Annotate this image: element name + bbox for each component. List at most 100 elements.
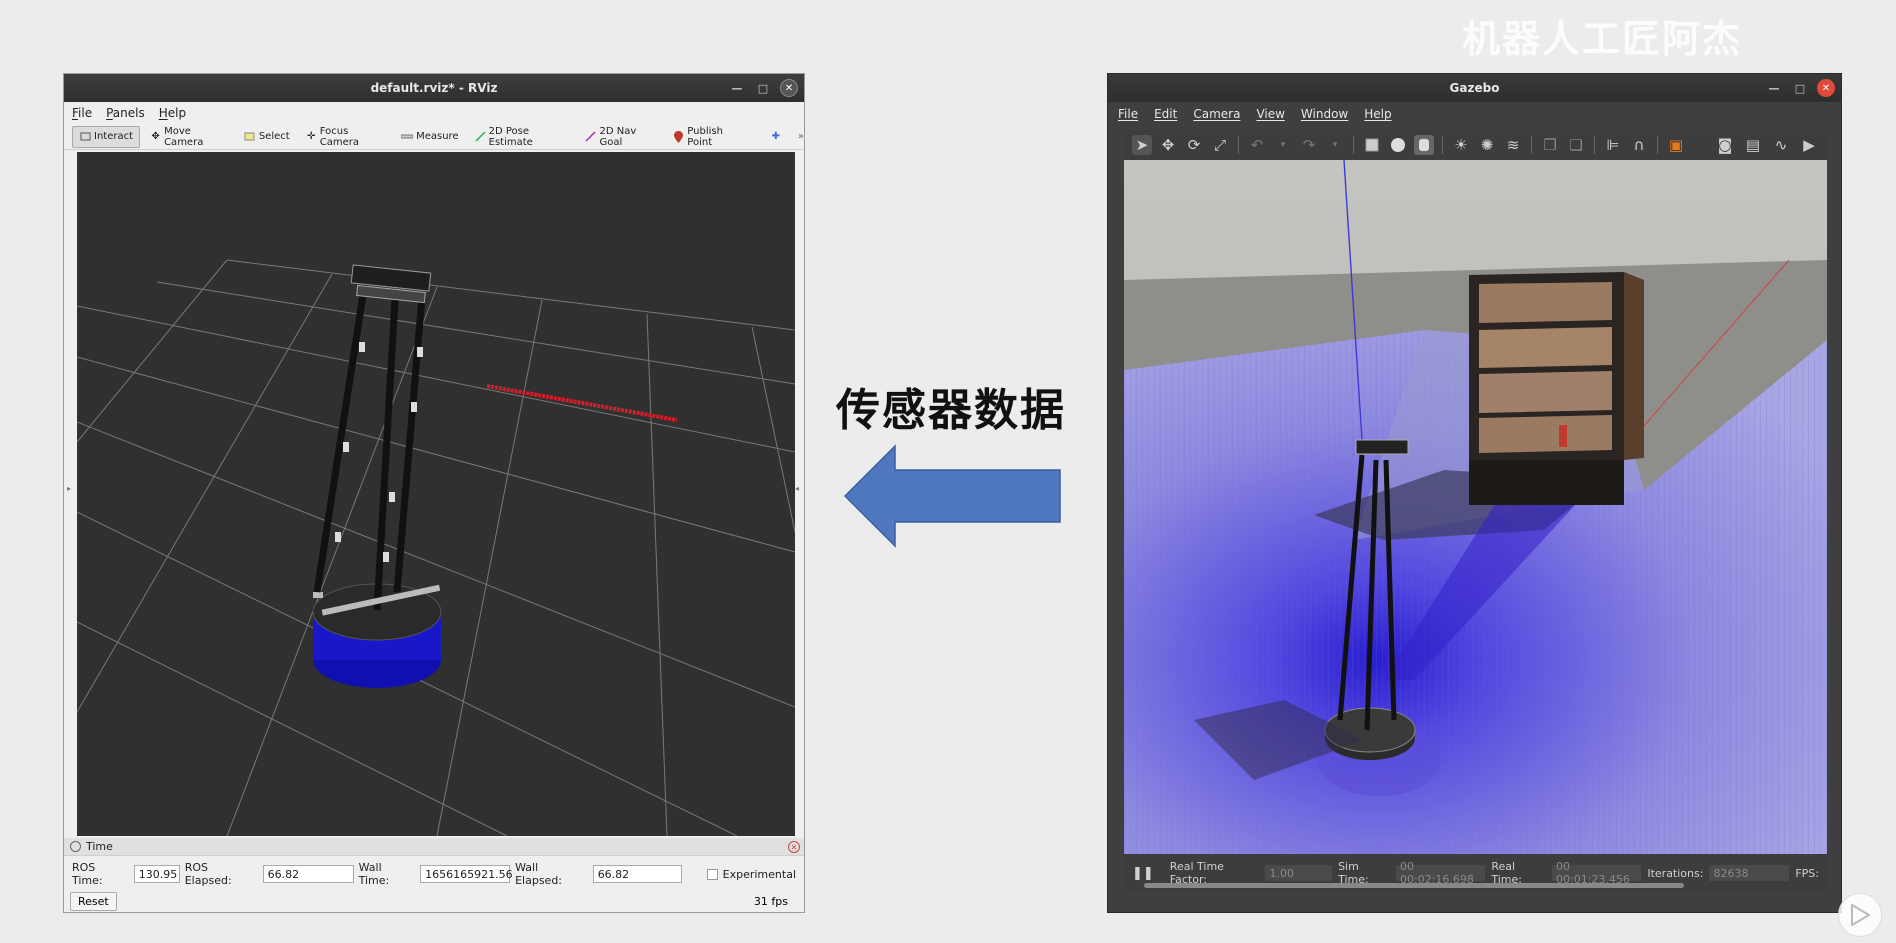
left-arrow-icon	[843, 444, 1061, 548]
iterations-label: Iterations:	[1647, 866, 1704, 880]
snap-icon[interactable]: ∩	[1629, 135, 1649, 155]
close-icon[interactable]: ✕	[1817, 79, 1835, 97]
publish-point-icon	[673, 130, 684, 143]
rviz-menubar: File Panels Help	[64, 102, 804, 124]
pause-icon[interactable]: ❚❚	[1132, 866, 1154, 881]
gazebo-scene	[1124, 160, 1827, 854]
undo-icon[interactable]: ↶	[1247, 135, 1267, 155]
menu-help[interactable]: Help	[1364, 107, 1391, 121]
toolbar-overflow-icon[interactable]: »	[798, 131, 804, 142]
time-panel-close-icon[interactable]: ✕	[788, 841, 800, 853]
record-video-icon[interactable]: ▶	[1799, 135, 1819, 155]
experimental-checkbox[interactable]	[706, 868, 718, 880]
rviz-window: default.rviz* - RViz — □ ✕ File Panels H…	[63, 73, 805, 913]
gazebo-3d-view[interactable]	[1124, 160, 1827, 854]
menu-help[interactable]: Help	[159, 106, 186, 120]
move-camera-icon: ✥	[151, 131, 160, 142]
watermark: 机器人工匠阿杰	[1462, 17, 1743, 61]
scale-mode-icon[interactable]: ⤢	[1210, 135, 1230, 155]
copy-icon[interactable]: ❐	[1540, 135, 1560, 155]
sphere-shape-icon[interactable]	[1388, 135, 1408, 155]
cursor-icon	[79, 131, 91, 143]
menu-file[interactable]: File	[1118, 107, 1138, 121]
tool-focus-camera[interactable]: ✛ Focus Camera	[300, 126, 391, 148]
rviz-scene	[77, 152, 795, 836]
rviz-title: default.rviz* - RViz	[370, 81, 498, 95]
align-icon[interactable]: ⊫	[1603, 135, 1623, 155]
rviz-toolbar: Interact ✥ Move Camera Select ✛ Focus Ca…	[64, 124, 804, 150]
sensor-data-label: 传感器数据	[836, 385, 1066, 436]
redo-dropdown-icon[interactable]: ▾	[1325, 135, 1345, 155]
menu-view[interactable]: View	[1256, 107, 1284, 121]
tool-interact[interactable]: Interact	[72, 125, 141, 148]
clock-icon	[70, 841, 81, 852]
right-panel-handle[interactable]: ◂	[795, 484, 799, 493]
rotate-mode-icon[interactable]: ⟳	[1184, 135, 1204, 155]
sim-time-field: 00 00:02:16.698	[1395, 860, 1486, 886]
close-icon[interactable]: ✕	[780, 79, 798, 97]
view-angle-icon[interactable]: ▣	[1666, 135, 1686, 155]
paste-icon[interactable]: ❏	[1566, 135, 1586, 155]
reset-button[interactable]: Reset	[70, 892, 117, 911]
rtf-field: 1.00	[1265, 865, 1333, 881]
plot-icon[interactable]: ∿	[1771, 135, 1791, 155]
horizontal-scrollbar[interactable]	[1144, 883, 1684, 888]
measure-icon	[401, 131, 414, 143]
menu-panels[interactable]: Panels	[106, 106, 145, 120]
wall-time-field[interactable]: 1656165921.56	[420, 865, 513, 883]
minimize-icon[interactable]: —	[728, 79, 746, 97]
gazebo-menubar: File Edit Camera View Window Help	[1108, 102, 1841, 126]
maximize-icon[interactable]: □	[754, 79, 772, 97]
experimental-label: Experimental	[722, 867, 796, 881]
menu-window[interactable]: Window	[1301, 107, 1348, 121]
menu-file[interactable]: File	[72, 106, 92, 120]
maximize-icon[interactable]: □	[1791, 79, 1809, 97]
redo-icon[interactable]: ↷	[1299, 135, 1319, 155]
focus-camera-icon: ✛	[307, 131, 316, 142]
nav-goal-icon	[585, 131, 596, 143]
gazebo-status-bar: ❚❚ Real Time Factor: 1.00 Sim Time: 00 0…	[1124, 854, 1827, 892]
tool-move-camera[interactable]: ✥ Move Camera	[144, 126, 234, 148]
directional-light-icon[interactable]: ≋	[1503, 135, 1523, 155]
tool-2d-nav-goal[interactable]: 2D Nav Goal	[579, 126, 663, 148]
tool-publish-point[interactable]: Publish Point	[667, 126, 752, 148]
translate-mode-icon[interactable]: ✥	[1158, 135, 1178, 155]
spot-light-icon[interactable]: ✺	[1477, 135, 1497, 155]
tool-select[interactable]: Select	[238, 126, 296, 148]
wall-elapsed-field[interactable]: 66.82	[592, 865, 682, 883]
undo-dropdown-icon[interactable]: ▾	[1273, 135, 1293, 155]
select-mode-icon[interactable]: ➤	[1132, 135, 1152, 155]
play-icon[interactable]	[1838, 893, 1882, 937]
log-icon[interactable]: ▤	[1743, 135, 1763, 155]
ros-elapsed-label: ROS Elapsed:	[184, 861, 232, 887]
ros-time-label: ROS Time:	[72, 861, 103, 887]
select-icon	[244, 131, 256, 143]
tool-2d-pose-estimate[interactable]: 2D Pose Estimate	[469, 126, 576, 148]
box-shape-icon[interactable]	[1362, 135, 1382, 155]
menu-edit[interactable]: Edit	[1154, 107, 1177, 121]
ros-elapsed-field[interactable]: 66.82	[262, 865, 354, 883]
gazebo-title: Gazebo	[1449, 81, 1500, 95]
gazebo-render-panel: ➤ ✥ ⟳ ⤢ ↶ ▾ ↷ ▾ ☀ ✺ ≋ ❐ ❏ ⊫ ∩ ▣ ◙ ▤ ∿ ▶ …	[1124, 130, 1827, 892]
ros-time-field[interactable]: 130.95	[133, 865, 180, 883]
minimize-icon[interactable]: —	[1765, 79, 1783, 97]
left-panel-handle[interactable]: ▸	[67, 484, 71, 493]
wall-time-label: Wall Time:	[358, 861, 390, 887]
wall-elapsed-label: Wall Elapsed:	[515, 861, 563, 887]
real-time-field: 00 00:01:23.456	[1552, 860, 1642, 886]
cylinder-shape-icon[interactable]	[1414, 135, 1434, 155]
menu-camera[interactable]: Camera	[1193, 107, 1240, 121]
screenshot-icon[interactable]: ◙	[1715, 135, 1735, 155]
tool-measure[interactable]: Measure	[395, 126, 465, 148]
iterations-field: 82638	[1709, 865, 1790, 881]
tool-add[interactable]: ✚	[764, 126, 788, 148]
fps-label: FPS:	[1795, 866, 1819, 880]
pose-estimate-icon	[475, 131, 486, 143]
rviz-titlebar[interactable]: default.rviz* - RViz — □ ✕	[64, 74, 804, 102]
rviz-3d-view[interactable]	[77, 152, 795, 836]
plus-icon: ✚	[771, 131, 781, 142]
gazebo-titlebar[interactable]: Gazebo — □ ✕	[1108, 74, 1841, 102]
fps-readout: 31 fps	[753, 895, 788, 908]
gazebo-window: Gazebo — □ ✕ File Edit Camera View Windo…	[1107, 73, 1842, 913]
point-light-icon[interactable]: ☀	[1451, 135, 1471, 155]
